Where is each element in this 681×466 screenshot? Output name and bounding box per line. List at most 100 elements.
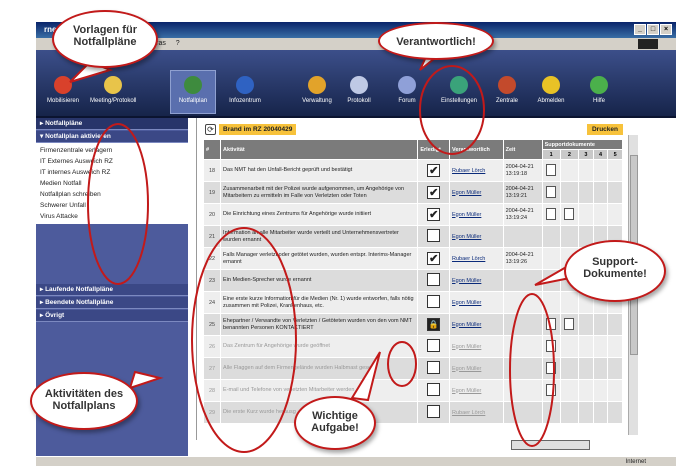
row-number: 23 — [202, 269, 222, 292]
sidebar-template-item[interactable]: Virus Attacke — [36, 211, 188, 222]
table-row: 29 Die erste Kurz wurde herausg Rubaer Lör… — [202, 401, 623, 424]
done-cell — [417, 269, 451, 292]
close-icon[interactable]: × — [660, 24, 672, 35]
toolbar-verwaltung-button[interactable]: Verwaltung — [294, 76, 340, 104]
responsible-link[interactable]: Egon Müller — [449, 379, 504, 402]
print-button[interactable]: Drucken — [586, 124, 623, 135]
support-cell — [607, 181, 623, 204]
sidebar-template-item[interactable]: IT internes Ausweich RZ — [36, 167, 188, 178]
done-checkbox[interactable] — [427, 339, 441, 352]
responsible-link[interactable]: Egon Müller — [449, 291, 504, 314]
done-cell — [417, 291, 451, 314]
responsible-link[interactable]: Rubaer Lörch — [449, 401, 504, 424]
done-cell — [417, 379, 451, 402]
responsible-link[interactable]: Egon Müller — [449, 225, 504, 248]
menu-help[interactable]: ? — [176, 40, 180, 47]
toolbar-forum-button[interactable]: Forum — [384, 76, 430, 104]
row-number: 20 — [202, 203, 222, 226]
lock-icon[interactable]: 🔒 — [427, 318, 441, 331]
responsible-link[interactable]: Egon Müller — [449, 313, 504, 336]
toolbar-infozentrum-button[interactable]: Infozentrum — [222, 76, 268, 104]
support-cell — [559, 313, 580, 336]
activity-text: Falls Manager verletzt oder getötet wurd… — [220, 247, 419, 270]
toolbar-protokoll-button[interactable]: Protokoll — [336, 76, 382, 104]
sidebar-template-item[interactable]: IT Externes Ausweich RZ — [36, 156, 188, 167]
support-cell — [578, 313, 594, 336]
sidebar-section-beendete[interactable]: ▸ Beendete Notfallpläne — [36, 297, 188, 309]
sidebar-template-item[interactable]: Medien Notfall — [36, 178, 188, 189]
responsible-link[interactable]: Egon Müller — [449, 357, 504, 380]
time-cell — [502, 379, 543, 402]
done-checkbox[interactable]: ✔ — [427, 186, 441, 199]
maximize-button[interactable]: □ — [647, 24, 659, 35]
responsible-link[interactable]: Egon Müller — [449, 203, 504, 226]
deactivate-plan-button[interactable] — [511, 440, 590, 450]
col-support-3: 3 — [578, 149, 594, 160]
responsible-link[interactable]: Egon Müller — [449, 335, 504, 358]
table-row: 22 Falls Manager verletzt oder getötet wu… — [202, 247, 623, 270]
toolbar-mobilisieren-button[interactable]: Mobilisieren — [40, 76, 86, 104]
support-cell — [607, 379, 623, 402]
sidebar-section-notfallplaene[interactable]: ▸ Notfallpläne — [36, 118, 188, 130]
document-icon — [184, 76, 202, 94]
done-checkbox[interactable] — [427, 361, 441, 374]
responsible-link[interactable]: Rubaer Lörch — [449, 159, 504, 182]
responsible-link[interactable]: Egon Müller — [449, 181, 504, 204]
sidebar-template-item[interactable]: Notfallplan schreiben — [36, 189, 188, 200]
toolbar-abmelden-button[interactable]: Abmelden — [528, 76, 574, 104]
document-icon[interactable] — [546, 361, 557, 374]
document-icon[interactable] — [564, 317, 575, 330]
sidebar-section-ovrigt[interactable]: ▸ Övrigt — [36, 310, 188, 322]
document-icon[interactable] — [546, 207, 557, 220]
sidebar-section-laufende[interactable]: ▸ Laufende Notfallpläne — [36, 284, 188, 296]
sidebar-section-aktivieren[interactable]: ▾ Notfallplan aktivieren — [36, 131, 188, 143]
support-cell — [559, 401, 580, 424]
refresh-icon[interactable]: ⟳ — [205, 124, 216, 135]
done-checkbox[interactable] — [427, 229, 441, 242]
gear-icon — [450, 76, 468, 94]
document-icon[interactable] — [546, 383, 557, 396]
toolbar-hilfe-button[interactable]: Hilfe — [576, 76, 622, 104]
toolbar-notfallplan-button[interactable]: Notfallplan — [170, 70, 216, 114]
done-checkbox[interactable] — [427, 383, 441, 396]
row-number: 27 — [202, 357, 222, 380]
responsible-link[interactable]: Rubaer Lörch — [449, 247, 504, 270]
done-checkbox[interactable] — [427, 405, 441, 418]
support-cell — [592, 357, 609, 380]
toolbar-label: Meeting/Protokoll — [90, 98, 137, 104]
document-icon[interactable] — [546, 185, 557, 198]
toolbar-label: Hilfe — [592, 98, 605, 104]
document-icon[interactable] — [546, 317, 557, 330]
activity-text: Eine erste kurze Information für die Med… — [220, 291, 419, 314]
time-cell — [502, 225, 543, 248]
done-checkbox[interactable]: ✔ — [427, 208, 441, 221]
col-responsible: Verantwortlich — [449, 139, 504, 160]
toolbar-label: Forum — [398, 98, 416, 104]
minimize-button[interactable]: _ — [634, 24, 646, 35]
sidebar-template-item[interactable]: Firmenzentrale verlagern — [36, 145, 188, 156]
done-checkbox[interactable] — [427, 273, 441, 286]
support-cell — [559, 335, 580, 358]
done-checkbox[interactable] — [427, 295, 441, 308]
toolbar-meeting-protokoll-button[interactable]: Meeting/Protokoll — [90, 76, 136, 104]
done-cell — [417, 225, 451, 248]
support-cell — [607, 313, 623, 336]
done-checkbox[interactable]: ✔ — [427, 164, 441, 177]
toolbar-zentrale-button[interactable]: Zentrale — [484, 76, 530, 104]
info-icon — [236, 76, 254, 94]
support-cell — [592, 379, 609, 402]
support-cell — [559, 291, 580, 314]
support-cell — [541, 401, 561, 424]
done-checkbox[interactable]: ✔ — [427, 252, 441, 265]
support-cell — [541, 291, 561, 314]
support-cell — [607, 159, 623, 182]
document-icon[interactable] — [546, 163, 557, 176]
sidebar-template-item[interactable]: Schwerer Unfall — [36, 200, 188, 211]
responsible-link[interactable]: Egon Müller — [449, 269, 504, 292]
document-icon[interactable] — [564, 207, 575, 220]
support-cell — [578, 357, 594, 380]
toolbar-einstellungen-button[interactable]: Einstellungen — [436, 76, 482, 104]
done-cell — [417, 357, 451, 380]
document-icon[interactable] — [546, 339, 557, 352]
activity-text: Alle Flaggen auf dem Firmengelände wurde… — [220, 357, 419, 380]
